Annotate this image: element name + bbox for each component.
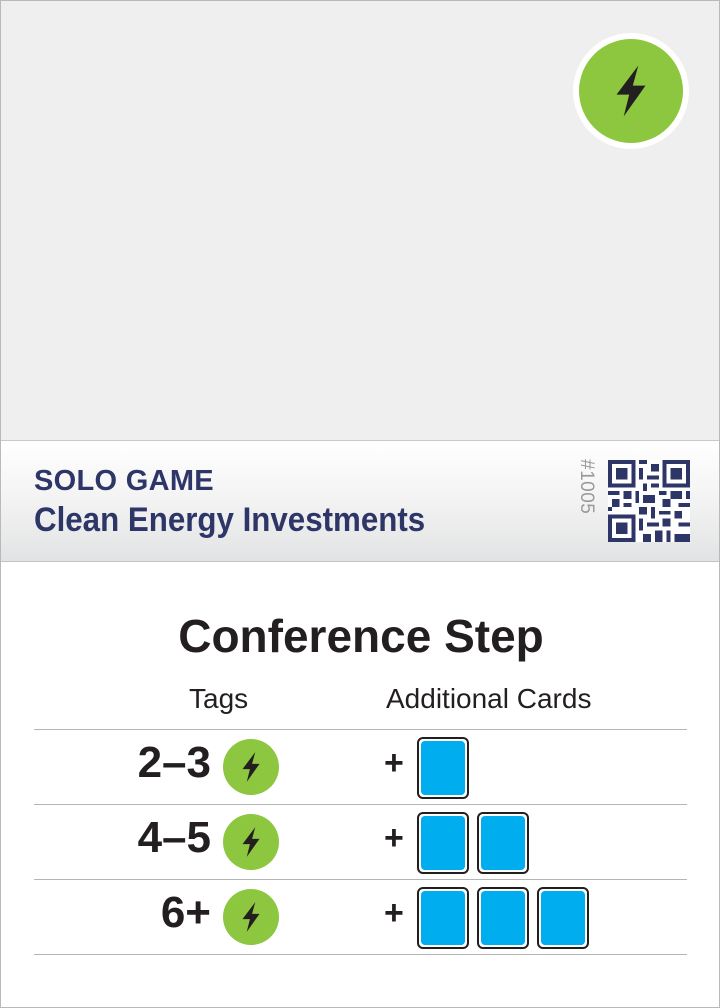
table-row: 2–3 +	[1, 730, 719, 804]
table-divider	[34, 954, 687, 955]
tag-range: 6+	[160, 888, 211, 937]
power-tag-icon	[223, 739, 279, 795]
plus-sign: +	[384, 819, 404, 857]
title-band: SOLO GAME Clean Energy Investments #1005	[1, 441, 719, 562]
section-heading: Conference Step	[178, 610, 544, 662]
tag-range: 2–3	[137, 738, 211, 787]
power-badge	[573, 33, 689, 149]
table-row: 6+ +	[1, 880, 719, 954]
project-card-icon	[477, 812, 529, 874]
card-number: #1005	[576, 459, 597, 515]
power-tag-icon	[223, 889, 279, 945]
power-badge-circle	[579, 39, 683, 143]
card-title: Clean Energy Investments	[34, 501, 426, 539]
power-bolt-icon	[616, 65, 646, 117]
project-card-icon	[417, 737, 469, 799]
table-row: 4–5 +	[1, 805, 719, 879]
project-card-icon	[417, 812, 469, 874]
tag-range: 4–5	[137, 813, 211, 862]
column-header-tags: Tags	[189, 683, 249, 714]
power-tag-icon	[223, 814, 279, 870]
project-card-icon	[537, 887, 589, 949]
project-card-icon	[477, 887, 529, 949]
column-header-additional-cards: Additional Cards	[386, 683, 592, 714]
game-card: SOLO GAME Clean Energy Investments #1005	[0, 0, 720, 1008]
plus-sign: +	[384, 894, 404, 932]
project-card-icon	[417, 887, 469, 949]
qr-code-icon	[608, 460, 690, 542]
card-artwork-area	[1, 1, 719, 441]
plus-sign: +	[384, 744, 404, 782]
game-mode-label: SOLO GAME	[34, 465, 214, 497]
